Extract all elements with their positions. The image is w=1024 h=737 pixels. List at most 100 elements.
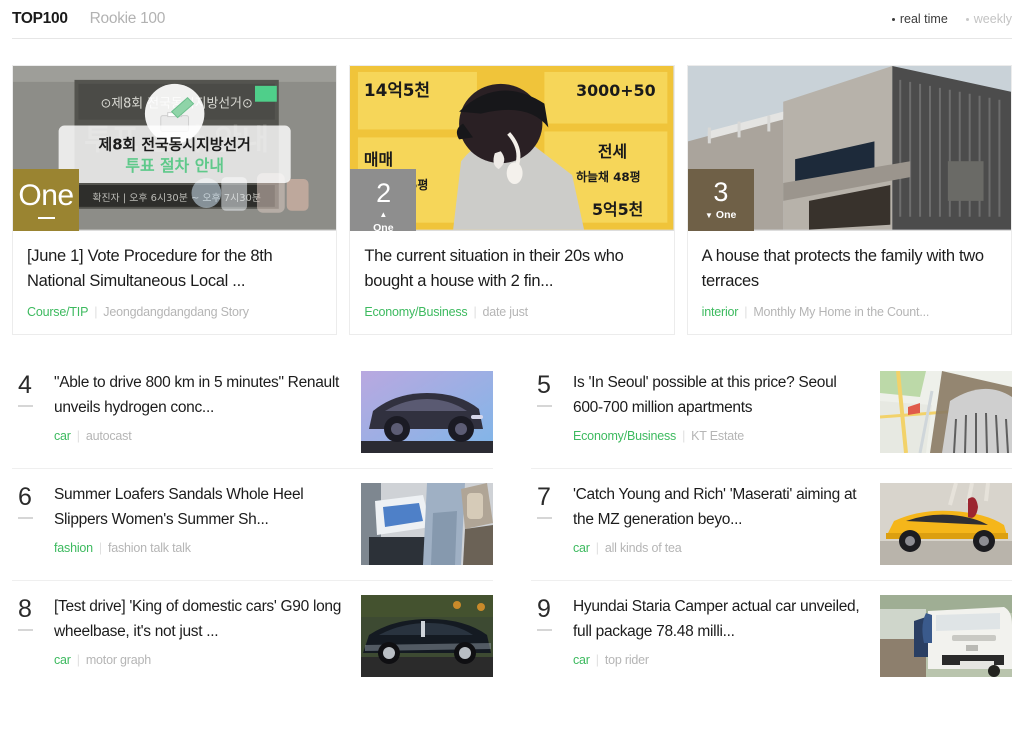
seoul-map-apartments-image xyxy=(880,371,1012,454)
list-item[interactable]: 5 Is 'In Seoul' possible at this price? … xyxy=(531,357,1012,470)
header-mode-switch: real time weekly xyxy=(891,0,1012,38)
row-meta: car | autocast xyxy=(54,429,349,443)
card-source[interactable]: Monthly My Home in the Count... xyxy=(753,305,929,319)
svg-text:제8회 전국동시지방선거: 제8회 전국동시지방선거 xyxy=(99,135,251,153)
list-item[interactable]: 9 Hyundai Staria Camper actual car unvei… xyxy=(531,581,1012,692)
svg-text:3000+50: 3000+50 xyxy=(576,81,655,100)
meta-separator: | xyxy=(595,653,599,668)
row-thumbnail xyxy=(880,595,1012,678)
row-source[interactable]: fashion talk talk xyxy=(108,541,191,555)
rank-number: 8 xyxy=(18,595,32,624)
rank-badge-2: 2 ▲ One xyxy=(350,169,417,231)
triangle-down-icon: ▼ xyxy=(704,210,713,220)
row-category[interactable]: car xyxy=(54,653,71,667)
meta-separator: | xyxy=(473,305,477,320)
card-meta: Course/TIP | Jeongdangdangdang Story xyxy=(27,305,322,319)
card-category[interactable]: Economy/Business xyxy=(364,305,467,319)
row-main: 'Catch Young and Rich' 'Maserati' aiming… xyxy=(573,483,880,555)
page-header: TOP100 Rookie 100 real time weekly xyxy=(0,0,1024,38)
ranked-list: 4 "Able to drive 800 km in 5 minutes" Re… xyxy=(0,335,1024,692)
list-item[interactable]: 8 [Test drive] 'King of domestic cars' G… xyxy=(12,581,493,692)
row-rank: 9 xyxy=(531,595,573,632)
tab-top100[interactable]: TOP100 xyxy=(12,10,68,28)
row-meta: car | motor graph xyxy=(54,653,349,667)
row-thumbnail xyxy=(361,483,493,566)
mode-real-time[interactable]: real time xyxy=(891,12,948,26)
row-main: Is 'In Seoul' possible at this price? Se… xyxy=(573,371,880,443)
tab-rookie100[interactable]: Rookie 100 xyxy=(90,10,166,28)
mode-real-time-label: real time xyxy=(899,12,948,26)
card-thumbnail: ⊙제8회 전국동시지방선거⊙ 투표 절차 안내 확진자 | 오후 6시30분 ~… xyxy=(13,66,337,231)
row-category[interactable]: fashion xyxy=(54,541,93,555)
row-category[interactable]: car xyxy=(54,429,71,443)
card-body: [June 1] Vote Procedure for the 8th Nati… xyxy=(13,231,336,334)
summer-sandals-street-photo-image xyxy=(361,483,493,566)
bullet-icon xyxy=(965,17,969,21)
card-source[interactable]: date just xyxy=(483,305,529,319)
meta-separator: | xyxy=(595,541,599,556)
card-source[interactable]: Jeongdangdangdang Story xyxy=(103,305,249,319)
row-title: Summer Loafers Sandals Whole Heel Slippe… xyxy=(54,486,304,528)
rank-change-down: ▼ One xyxy=(705,210,736,221)
row-category[interactable]: car xyxy=(573,541,590,555)
card-category[interactable]: Course/TIP xyxy=(27,305,88,319)
rank-change-none-icon xyxy=(37,217,55,219)
card-category[interactable]: interior xyxy=(702,305,739,319)
list-item[interactable]: 6 Summer Loafers Sandals Whole Heel Slip… xyxy=(12,469,493,582)
row-main: Summer Loafers Sandals Whole Heel Slippe… xyxy=(54,483,361,555)
svg-text:5억5천: 5억5천 xyxy=(592,200,643,219)
rank-number: 5 xyxy=(537,371,551,400)
rank-change-amount: One xyxy=(715,209,737,222)
top-card-2[interactable]: 14억5천 매매 하늘채 55평 3000+50 전세 하늘채 48평 5억5천… xyxy=(349,65,675,336)
row-thumbnail xyxy=(361,595,493,678)
row-category[interactable]: Economy/Business xyxy=(573,429,676,443)
row-main: Hyundai Staria Camper actual car unveile… xyxy=(573,595,880,667)
row-source[interactable]: top rider xyxy=(605,653,649,667)
row-source[interactable]: KT Estate xyxy=(691,429,744,443)
bullet-icon xyxy=(891,17,895,21)
rank-number: 6 xyxy=(18,483,32,512)
rank-number: 4 xyxy=(18,371,32,400)
card-thumbnail: 14억5천 매매 하늘채 55평 3000+50 전세 하늘채 48평 5억5천… xyxy=(350,66,674,231)
row-title: Hyundai Staria Camper actual car unveile… xyxy=(573,598,860,640)
card-meta: interior | Monthly My Home in the Count.… xyxy=(702,305,997,319)
header-tabs: TOP100 Rookie 100 xyxy=(12,10,165,28)
row-category[interactable]: car xyxy=(573,653,590,667)
row-thumbnail xyxy=(880,483,1012,566)
row-source[interactable]: motor graph xyxy=(86,653,151,667)
top-card-1[interactable]: ⊙제8회 전국동시지방선거⊙ 투표 절차 안내 확진자 | 오후 6시30분 ~… xyxy=(12,65,338,336)
list-item[interactable]: 7 'Catch Young and Rich' 'Maserati' aimi… xyxy=(531,469,1012,582)
mode-weekly-label: weekly xyxy=(973,12,1012,26)
row-thumbnail xyxy=(361,371,493,454)
meta-separator: | xyxy=(76,653,80,668)
row-title: "Able to drive 800 km in 5 minutes" Rena… xyxy=(54,374,340,416)
row-meta: car | all kinds of tea xyxy=(573,541,868,555)
top-card-3[interactable]: 3 ▼ One A house that protects the family… xyxy=(686,65,1012,336)
svg-text:하늘채 48평: 하늘채 48평 xyxy=(576,170,640,184)
row-source[interactable]: all kinds of tea xyxy=(605,541,682,555)
card-thumbnail: 3 ▼ One xyxy=(687,66,1011,231)
card-title: The current situation in their 20s who b… xyxy=(364,247,624,291)
rank-number: 7 xyxy=(537,483,551,512)
row-title: 'Catch Young and Rich' 'Maserati' aiming… xyxy=(573,486,857,528)
row-thumbnail xyxy=(880,371,1012,454)
row-source[interactable]: autocast xyxy=(86,429,132,443)
rank-change-none-icon xyxy=(537,517,552,520)
top-cards: ⊙제8회 전국동시지방선거⊙ 투표 절차 안내 확진자 | 오후 6시30분 ~… xyxy=(0,39,1024,336)
rank-number: 2 xyxy=(376,178,391,208)
svg-text:매매: 매매 xyxy=(364,150,393,169)
card-title: A house that protects the family with tw… xyxy=(701,247,984,291)
list-item[interactable]: 4 "Able to drive 800 km in 5 minutes" Re… xyxy=(12,357,493,470)
card-body: The current situation in their 20s who b… xyxy=(350,231,673,334)
row-main: "Able to drive 800 km in 5 minutes" Rena… xyxy=(54,371,361,443)
rank-change-up: ▲ xyxy=(379,211,387,219)
rank-change-none-icon xyxy=(18,517,33,520)
row-rank: 5 xyxy=(531,371,573,408)
mode-weekly[interactable]: weekly xyxy=(965,12,1012,26)
yellow-maserati-suv-image xyxy=(880,483,1012,566)
meta-separator: | xyxy=(682,429,686,444)
card-meta: Economy/Business | date just xyxy=(364,305,659,319)
rank-badge-3: 3 ▼ One xyxy=(687,169,754,231)
rank-number: 3 xyxy=(713,177,728,208)
rank-change-none-icon xyxy=(537,405,552,408)
